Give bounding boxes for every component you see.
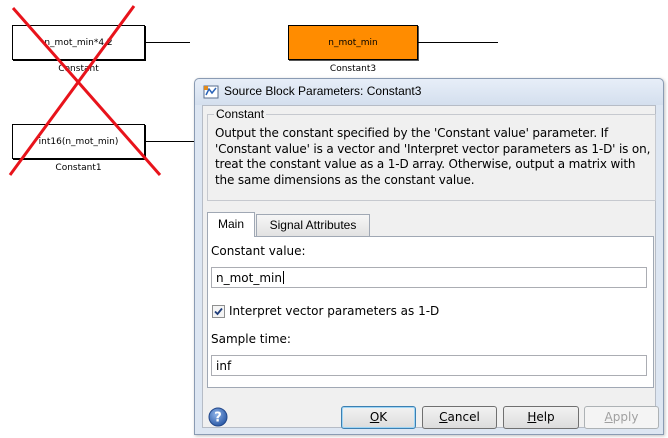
constant3-block-caption: Constant3 bbox=[329, 64, 377, 74]
group-title: Constant bbox=[214, 107, 267, 121]
ok-button[interactable]: OK bbox=[341, 406, 416, 429]
help-button[interactable]: Help bbox=[503, 406, 579, 429]
red-cross-mark bbox=[8, 5, 162, 176]
interpret-vector-checkbox[interactable] bbox=[212, 305, 225, 318]
apply-mnemonic: A bbox=[604, 410, 613, 424]
sample-time-text: inf bbox=[216, 359, 232, 373]
constant3-block[interactable]: n_mot_min bbox=[288, 25, 418, 60]
tab-signal-attributes[interactable]: Signal Attributes bbox=[256, 214, 370, 236]
dialog-title: Source Block Parameters: Constant3 bbox=[224, 84, 422, 98]
svg-text:?: ? bbox=[214, 411, 222, 426]
help-label-rest: elp bbox=[536, 410, 555, 424]
constant3-block-label: n_mot_min bbox=[328, 37, 378, 48]
text-caret bbox=[282, 271, 284, 284]
cancel-mnemonic: C bbox=[439, 410, 448, 424]
constant-value-field[interactable]: n_mot_min bbox=[211, 267, 647, 288]
apply-label-rest: pply bbox=[612, 410, 639, 424]
sample-time-label: Sample time: bbox=[211, 332, 291, 346]
block-description: Output the constant specified by the 'Co… bbox=[215, 126, 651, 187]
cancel-button[interactable]: Cancel bbox=[422, 406, 497, 429]
constant-value-text: n_mot_min bbox=[216, 271, 282, 285]
cancel-label-rest: ancel bbox=[447, 410, 480, 424]
block-description-group: Constant Output the constant specified b… bbox=[207, 107, 656, 201]
dialog-client-area: Constant Output the constant specified b… bbox=[202, 105, 659, 429]
tab-main[interactable]: Main bbox=[207, 212, 255, 237]
help-question-icon[interactable]: ? bbox=[208, 407, 228, 427]
dialog-titlebar[interactable]: Source Block Parameters: Constant3 bbox=[195, 79, 663, 105]
constant3-output-wire bbox=[418, 42, 498, 43]
help-mnemonic: H bbox=[527, 410, 537, 424]
apply-button[interactable]: Apply bbox=[584, 406, 659, 429]
interpret-vector-label[interactable]: Interpret vector parameters as 1-D bbox=[229, 304, 439, 318]
source-block-parameters-dialog: Source Block Parameters: Constant3 Const… bbox=[194, 78, 664, 435]
sample-time-field[interactable]: inf bbox=[211, 355, 647, 376]
checkmark-icon bbox=[214, 307, 223, 316]
simulink-block-icon bbox=[203, 85, 219, 99]
constant-value-label: Constant value: bbox=[211, 244, 306, 258]
ok-label-rest: K bbox=[379, 410, 388, 424]
main-tab-panel: Constant value: n_mot_min Interpret vect… bbox=[207, 236, 654, 388]
ok-mnemonic: O bbox=[369, 410, 380, 424]
